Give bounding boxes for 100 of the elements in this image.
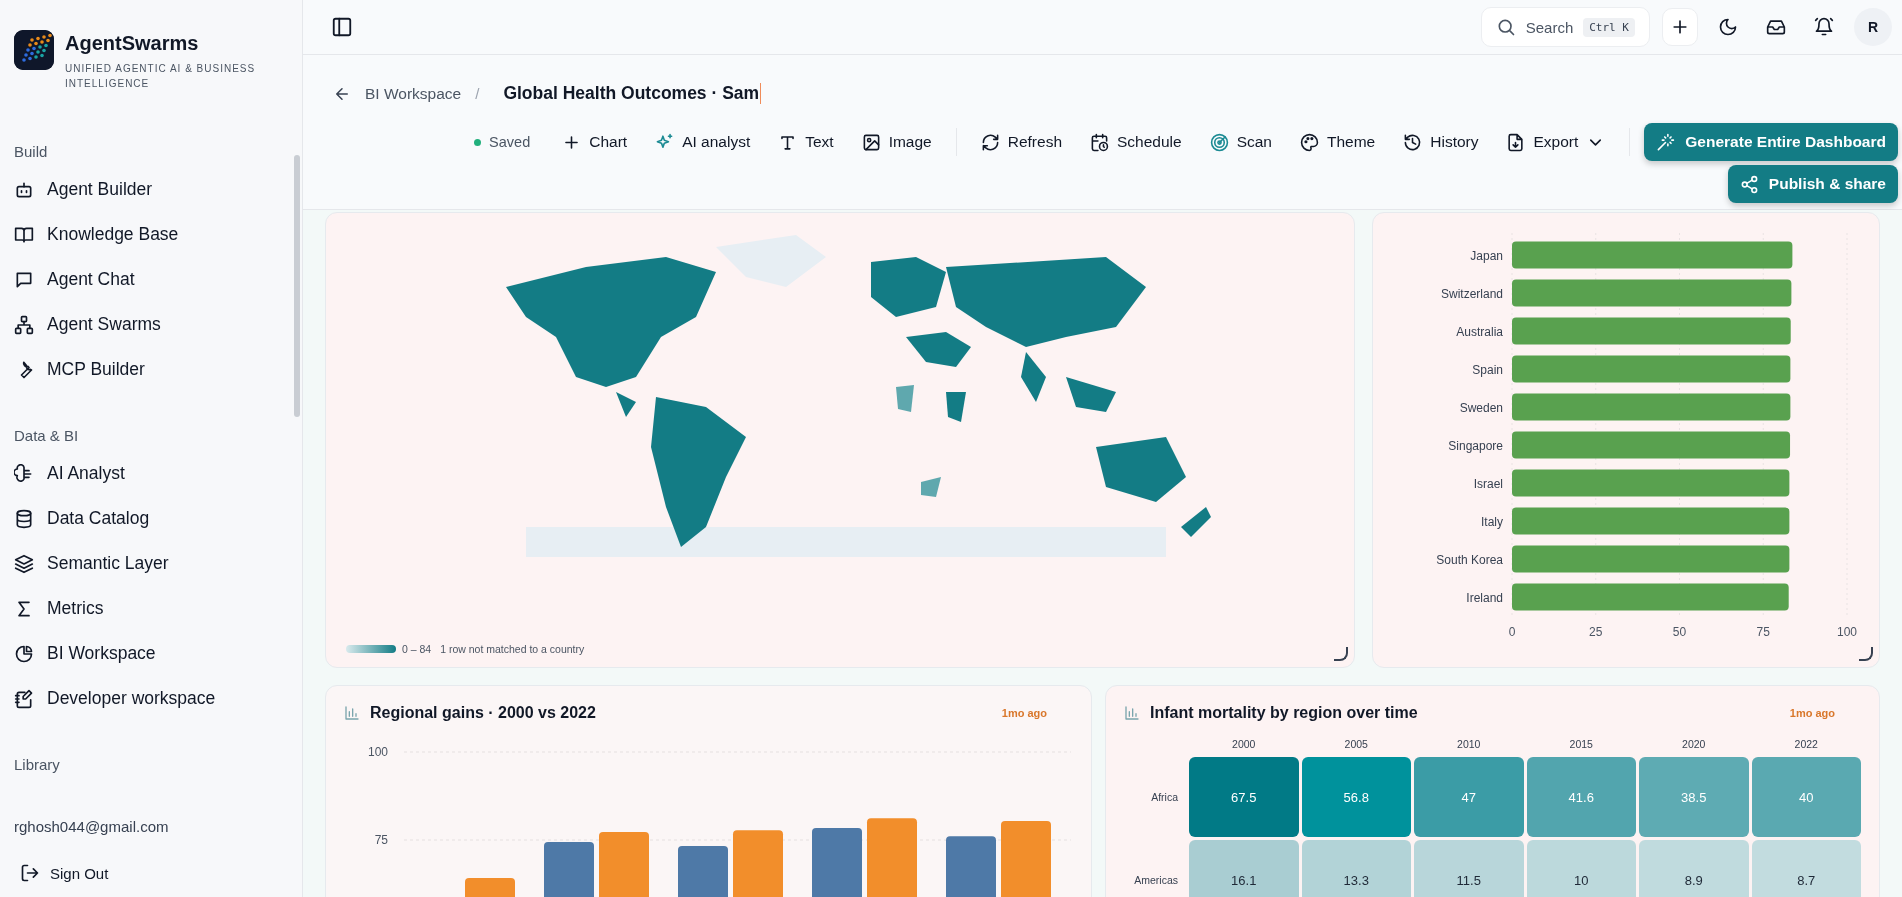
heatmap-cell: 13.3 xyxy=(1301,840,1411,897)
heatmap-cell: 41.6 xyxy=(1526,757,1636,837)
category-label: Italy xyxy=(1481,515,1503,529)
share-icon xyxy=(1739,174,1759,194)
user-email: rghosh044@gmail.com xyxy=(14,818,170,835)
history-icon xyxy=(1403,132,1423,152)
axis-tick-label: 100 xyxy=(367,745,388,759)
heatmap-cell: 11.5 xyxy=(1414,840,1524,897)
search-field[interactable]: Search Ctrl K xyxy=(1480,7,1650,47)
column-header: 2015 xyxy=(1568,737,1594,752)
legend-range: 0 – 84 xyxy=(402,643,432,655)
scrollbar-thumb[interactable] xyxy=(294,155,300,417)
column-header: 2020 xyxy=(1681,737,1707,752)
row-label: Americas xyxy=(1133,873,1179,888)
category-label: Australia xyxy=(1456,325,1503,339)
heatmap-cell: 8.7 xyxy=(1751,840,1861,897)
magic-wand-icon xyxy=(1656,132,1676,152)
toolbar-button[interactable]: Schedule xyxy=(1080,124,1192,160)
nav-item[interactable]: AI Analyst xyxy=(0,451,296,496)
save-status: Saved xyxy=(474,134,531,150)
section-label: Library xyxy=(13,754,61,775)
updated-time: 1mo ago xyxy=(1001,707,1047,719)
card-title: Infant mortality by region over time xyxy=(1150,704,1419,722)
user-avatar[interactable]: R xyxy=(1854,8,1892,46)
publish-share-button[interactable]: Publish & share xyxy=(1727,165,1898,203)
heatmap-cell: 40 xyxy=(1751,757,1861,837)
category-label: Ireland xyxy=(1466,591,1503,605)
toolbar-button[interactable]: Scan xyxy=(1199,124,1282,160)
category-label: South Korea xyxy=(1436,553,1503,567)
sign-out-link[interactable]: Sign Out xyxy=(14,861,288,885)
nav-item[interactable]: Agent Swarms xyxy=(0,302,296,347)
app-name: AgentSwarms xyxy=(65,32,200,55)
bar xyxy=(946,836,996,897)
category-label: Sweden xyxy=(1459,401,1503,415)
network-icon xyxy=(14,314,34,335)
sidebar-toggle-icon xyxy=(331,16,353,38)
bar xyxy=(733,830,783,897)
axis-tick-label: 75 xyxy=(1756,625,1770,639)
category-label: Israel xyxy=(1473,477,1503,491)
nav-item[interactable]: Agent Chat xyxy=(0,257,296,302)
updated-time: 1mo ago xyxy=(1789,707,1835,719)
section-label: Data & BI xyxy=(13,425,80,446)
dashboard-title-field[interactable]: Global Health Outcomes · Sam xyxy=(503,83,762,104)
nav-item[interactable]: Metrics xyxy=(0,586,296,631)
legend-note: 1 row not matched to a country xyxy=(439,643,585,655)
heatmap-cell: 8.9 xyxy=(1639,840,1749,897)
nav-item[interactable]: Data Catalog xyxy=(0,496,296,541)
column-header: 2005 xyxy=(1343,737,1369,752)
toolbar-button[interactable]: Image xyxy=(851,124,942,160)
notebook-pen-icon xyxy=(14,688,34,709)
bar-chart-icon xyxy=(1124,705,1140,721)
toolbar-button[interactable]: Refresh xyxy=(970,124,1072,160)
heatmap-cell: 10 xyxy=(1526,840,1636,897)
row-label: Africa xyxy=(1150,790,1179,805)
column-header: 2022 xyxy=(1793,737,1819,752)
toolbar-button[interactable]: Export xyxy=(1496,124,1616,160)
radar-icon xyxy=(1209,132,1229,152)
toolbar-button[interactable]: History xyxy=(1393,124,1489,160)
category-label: Singapore xyxy=(1448,439,1503,453)
axis-tick-label: 100 xyxy=(1837,625,1857,639)
inbox-icon xyxy=(1766,17,1786,37)
toolbar-button[interactable]: Chart xyxy=(552,124,638,160)
nav-item[interactable]: Developer workspace xyxy=(0,676,296,721)
heatmap-cell: 38.5 xyxy=(1639,757,1749,837)
toolbar-button[interactable]: Text xyxy=(768,124,844,160)
toolbar-button[interactable]: AI analyst xyxy=(645,124,761,160)
nav-item[interactable]: BI Workspace xyxy=(0,631,296,676)
calendar-clock-icon xyxy=(1090,132,1109,152)
nav-item[interactable]: Knowledge Base xyxy=(0,212,296,257)
axis-tick-label: 50 xyxy=(1672,625,1687,639)
breadcrumb-link[interactable]: BI Workspace xyxy=(365,84,462,103)
resize-handle[interactable] xyxy=(1334,647,1348,661)
database-icon xyxy=(14,508,34,529)
resize-handle[interactable] xyxy=(1859,647,1873,661)
sign-out-icon xyxy=(20,863,40,883)
add-button[interactable] xyxy=(1662,8,1698,46)
nav-item[interactable]: Semantic Layer xyxy=(0,541,296,586)
column-header: 2000 xyxy=(1231,737,1257,752)
bar-chart-icon xyxy=(344,705,360,721)
nav-item[interactable]: Agent Builder xyxy=(0,167,296,212)
heatmap-cell: 47 xyxy=(1414,757,1524,837)
generate-dashboard-button[interactable]: Generate Entire Dashboard xyxy=(1644,123,1898,161)
axis-tick-label: 75 xyxy=(374,833,388,847)
axis-tick-label: 25 xyxy=(1589,625,1603,639)
category-label: Japan xyxy=(1470,249,1503,263)
bar xyxy=(812,828,862,897)
category-label: Switzerland xyxy=(1440,287,1503,301)
nav-item[interactable]: MCP Builder xyxy=(0,347,296,392)
bar xyxy=(465,878,515,897)
logo-icon xyxy=(14,30,54,70)
file-download-icon xyxy=(1506,132,1526,152)
app-tagline: UNIFIED AGENTIC AI & BUSINESS INTELLIGENCE xyxy=(65,62,257,91)
pie-chart-icon xyxy=(14,643,34,664)
axis-tick-label: 0 xyxy=(1508,625,1516,639)
bar xyxy=(544,842,594,897)
refresh-icon xyxy=(980,132,1000,152)
card-title: Regional gains · 2000 vs 2022 xyxy=(370,704,597,722)
palette-icon xyxy=(1300,132,1319,152)
breadcrumb-separator: / xyxy=(475,85,480,102)
toolbar-button[interactable]: Theme xyxy=(1290,124,1386,160)
